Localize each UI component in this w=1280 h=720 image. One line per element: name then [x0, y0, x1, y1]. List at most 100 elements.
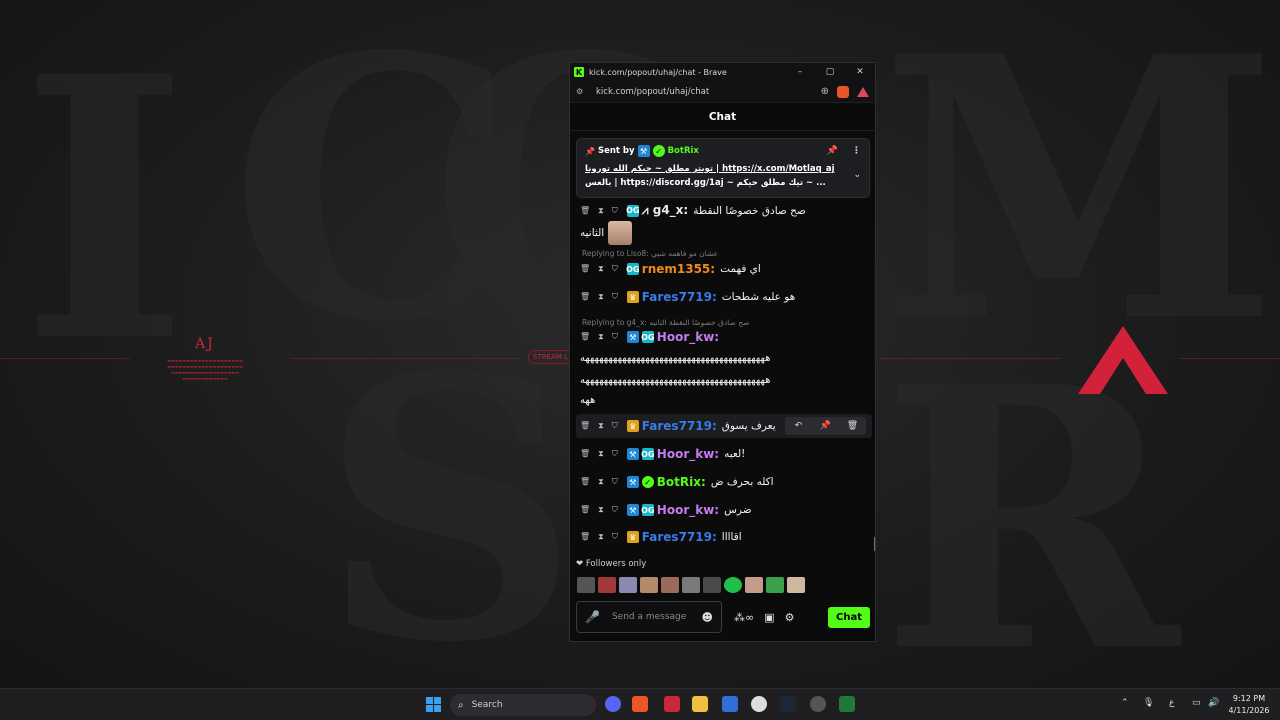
- list-item[interactable]: 🗑 ⧗ ⛉ ⚒ OG Hoor_kw:: [580, 330, 870, 344]
- delete-icon[interactable]: 🗑: [580, 449, 590, 459]
- list-item[interactable]: 🗑 ⧗ ⛉ OG ⩘ g4_x: صح صادق خصوصًا النقطة: [580, 203, 870, 218]
- delete-icon[interactable]: 🗑: [580, 292, 590, 302]
- reply-context[interactable]: Replying to g4_x: صح صادق خصوصًا النقطة …: [582, 318, 749, 327]
- emote-image[interactable]: [577, 577, 595, 593]
- username[interactable]: rnem1355:: [642, 262, 715, 276]
- username[interactable]: BotRix:: [657, 475, 706, 489]
- delete-icon[interactable]: 🗑: [580, 477, 590, 487]
- timeout-icon[interactable]: ⧗: [598, 264, 604, 274]
- list-item[interactable]: 🗑 ⧗ ⛉ ⚒ OG Hoor_kw: لعبه!: [580, 447, 870, 461]
- address-bar[interactable]: ⚙ kick.com/popout/uhaj/chat ⊕: [570, 81, 875, 103]
- chevron-down-icon[interactable]: ⌄: [853, 170, 861, 190]
- more-options-icon[interactable]: ⋮: [852, 146, 861, 156]
- username[interactable]: Hoor_kw:: [657, 503, 719, 517]
- list-item[interactable]: 🗑 ⧗ ⛉ ♛ Fares7719: اقاااا: [580, 530, 870, 544]
- volume-icon[interactable]: 🔊: [1208, 698, 1219, 708]
- message-input[interactable]: 🎤 Send a message ☻: [576, 601, 722, 633]
- emoji-picker-icon[interactable]: ☻: [702, 611, 713, 624]
- timeout-icon[interactable]: ⧗: [598, 532, 604, 542]
- list-item[interactable]: 🗑 ⧗ ⛉ ⚒ OG Hoor_kw: ضرس: [580, 503, 870, 517]
- ban-icon[interactable]: ⛉: [612, 505, 618, 515]
- username[interactable]: Fares7719:: [642, 530, 717, 544]
- emote-image[interactable]: [787, 577, 805, 593]
- username[interactable]: Hoor_kw:: [657, 330, 719, 344]
- timeout-icon[interactable]: ⧗: [598, 449, 604, 459]
- chatgpt-icon[interactable]: [810, 696, 826, 712]
- ban-icon[interactable]: ⛉: [612, 532, 618, 542]
- brave-browser-icon[interactable]: [632, 696, 648, 712]
- timeout-icon[interactable]: ⧗: [598, 206, 604, 216]
- delete-icon[interactable]: 🗑: [580, 505, 590, 515]
- ban-icon[interactable]: ⛉: [612, 264, 618, 274]
- pinned-author[interactable]: BotRix: [668, 146, 699, 156]
- site-settings-icon[interactable]: ⚙: [576, 87, 588, 96]
- kicks-icon[interactable]: ⁂∞: [734, 611, 754, 624]
- username[interactable]: Fares7719:: [642, 419, 717, 433]
- pinned-line-2[interactable]: بالعس | https://discord.gg/1aj ~ تيك مطل…: [585, 176, 835, 190]
- search-placeholder[interactable]: Search: [472, 700, 503, 710]
- ban-icon[interactable]: ⛉: [612, 206, 618, 216]
- steam-icon[interactable]: [780, 696, 796, 712]
- delete-icon[interactable]: 🗑: [580, 532, 590, 542]
- ban-icon[interactable]: ⛉: [612, 477, 618, 487]
- ban-icon[interactable]: ⛉: [612, 421, 618, 431]
- username[interactable]: ⩘ g4_x:: [642, 203, 688, 218]
- list-item[interactable]: 🗑 ⧗ ⛉ ♛ Fares7719: هو عليه شطحات: [580, 290, 870, 304]
- emote-image[interactable]: [745, 577, 763, 593]
- minimize-button[interactable]: –: [785, 67, 815, 77]
- emote-image[interactable]: [619, 577, 637, 593]
- excel-icon[interactable]: [839, 696, 855, 712]
- teams-icon[interactable]: [722, 696, 738, 712]
- username[interactable]: Hoor_kw:: [657, 447, 719, 461]
- list-item[interactable]: 🗑 ⧗ ⛉ ♛ Fares7719: يعرف يسوق: [580, 419, 780, 433]
- emote-image[interactable]: [640, 577, 658, 593]
- delete-icon[interactable]: 🗑: [580, 264, 590, 274]
- brave-rewards-icon[interactable]: [857, 86, 869, 97]
- timeout-icon[interactable]: ⧗: [598, 477, 604, 487]
- list-item[interactable]: 🗑 ⧗ ⛉ ⚒ ✓ BotRix: اكله بحرف ض: [580, 475, 870, 489]
- pinned-line-1[interactable]: تويتر مطلق ~ حيكم الله تورونا | https://…: [585, 162, 835, 176]
- unpin-icon[interactable]: 📌: [827, 146, 838, 156]
- apex-app-icon[interactable]: [664, 696, 680, 712]
- reply-icon[interactable]: ↶: [785, 417, 812, 435]
- settings-gear-icon[interactable]: ⚙: [785, 611, 795, 624]
- timeout-icon[interactable]: ⧗: [598, 421, 604, 431]
- microphone-tray-icon[interactable]: 🎙: [1143, 698, 1154, 708]
- ban-icon[interactable]: ⛉: [612, 292, 618, 302]
- microphone-icon[interactable]: 🎤: [585, 610, 600, 624]
- close-button[interactable]: ✕: [845, 67, 875, 77]
- timeout-icon[interactable]: ⧗: [598, 332, 604, 342]
- pinned-message[interactable]: 📌 Sent by ⚒ ✓ BotRix 📌 ⋮ تويتر مطلق ~ حي…: [576, 138, 870, 198]
- discord-icon[interactable]: [605, 696, 621, 712]
- ban-icon[interactable]: ⛉: [612, 332, 618, 342]
- emote-image[interactable]: [598, 577, 616, 593]
- zoom-icon[interactable]: ⊕: [821, 86, 829, 97]
- url-text[interactable]: kick.com/popout/uhaj/chat: [596, 87, 821, 97]
- brave-shields-icon[interactable]: [837, 85, 849, 98]
- emote-image[interactable]: [682, 577, 700, 593]
- delete-icon[interactable]: 🗑: [580, 421, 590, 431]
- store-icon[interactable]: ▣: [764, 611, 774, 624]
- maximize-button[interactable]: ▢: [815, 67, 845, 77]
- chevron-up-icon[interactable]: ⌃: [1121, 698, 1129, 708]
- input-language[interactable]: ع: [1169, 698, 1174, 708]
- delete-icon[interactable]: 🗑: [580, 332, 590, 342]
- ban-icon[interactable]: ⛉: [612, 449, 618, 459]
- taskbar-search[interactable]: ⌕ Search: [450, 694, 596, 716]
- list-item[interactable]: 🗑 ⧗ ⛉ OG rnem1355: اي فهمت: [580, 262, 870, 276]
- timeout-icon[interactable]: ⧗: [598, 292, 604, 302]
- username[interactable]: Fares7719:: [642, 290, 717, 304]
- scrollbar[interactable]: [874, 537, 875, 551]
- delete-message-icon[interactable]: 🗑: [839, 417, 866, 435]
- windows-start-icon[interactable]: [426, 697, 441, 712]
- emote-image[interactable]: [703, 577, 721, 593]
- emote-image[interactable]: [724, 577, 742, 593]
- delete-icon[interactable]: 🗑: [580, 206, 590, 216]
- timeout-icon[interactable]: ⧗: [598, 505, 604, 515]
- file-explorer-icon[interactable]: [692, 696, 708, 712]
- pin-message-icon[interactable]: 📌: [812, 417, 839, 435]
- emote-image[interactable]: [766, 577, 784, 593]
- taskbar-clock[interactable]: 9:12 PM 4/11/2026: [1224, 693, 1274, 717]
- message-placeholder[interactable]: Send a message: [612, 612, 702, 623]
- network-icon[interactable]: ▭: [1192, 698, 1201, 708]
